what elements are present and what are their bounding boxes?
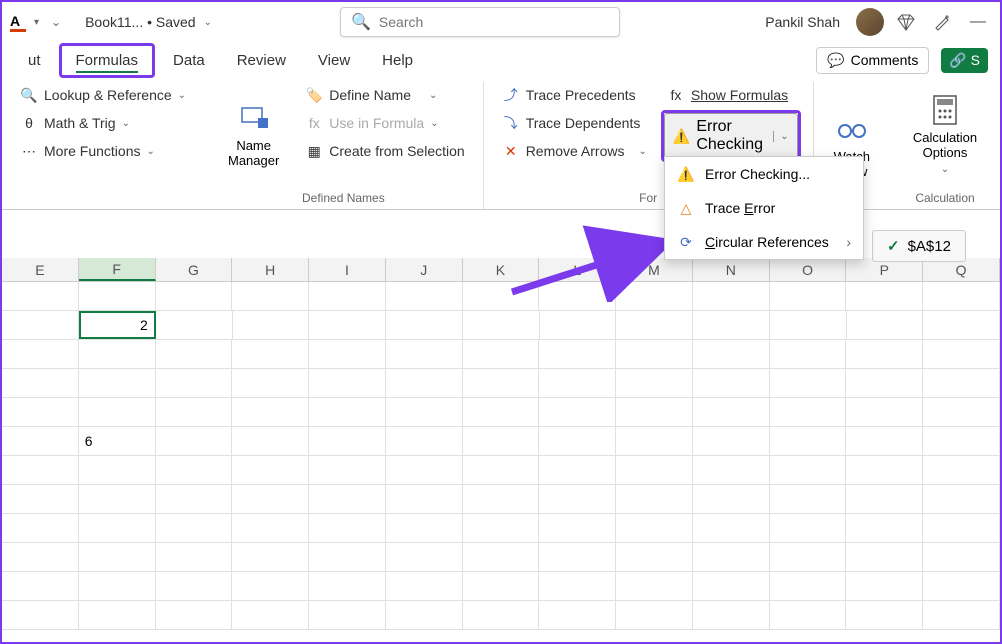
active-cell[interactable]: 2 — [79, 311, 156, 339]
search-icon: 🔍 — [351, 12, 371, 32]
user-name: Pankil Shah — [765, 14, 840, 30]
circular-icon: ⟳ — [677, 233, 695, 251]
grid-rows: 2 6 — [2, 282, 1000, 630]
calculation-options-button[interactable]: Calculation Options⌄ — [902, 82, 988, 187]
warning-icon: ⚠️ — [673, 127, 690, 145]
avatar[interactable] — [856, 8, 884, 36]
circular-ref-cell[interactable]: ✓ $A$12 — [872, 230, 966, 262]
search-box[interactable]: 🔍 — [340, 7, 620, 37]
group-label-defined-names: Defined Names — [216, 187, 471, 209]
ribbon-group-library: 🔍Lookup & Reference⌄ θMath & Trig⌄ ⋯More… — [14, 82, 204, 209]
col-header[interactable]: J — [386, 258, 463, 281]
chevron-down-icon[interactable]: ⌄ — [773, 131, 788, 142]
chevron-down-icon[interactable]: ⌄ — [51, 15, 61, 29]
search-input[interactable] — [379, 14, 609, 30]
col-header[interactable]: G — [156, 258, 233, 281]
name-manager-icon — [238, 102, 270, 134]
tab-data[interactable]: Data — [159, 46, 219, 75]
col-header[interactable]: I — [309, 258, 386, 281]
tag-icon: 🏷️ — [305, 86, 323, 104]
dd-trace-error[interactable]: △ Trace Error — [665, 191, 863, 225]
trace-dep-icon: ⤵ — [502, 114, 520, 132]
glasses-icon — [836, 113, 868, 145]
error-checking-dropdown: ⚠️ Error Checking... △ Trace Error ⟳ Cir… — [664, 156, 864, 260]
use-in-formula-button: fxUse in Formula⌄ — [299, 110, 470, 136]
ribbon-group-calculation: Calculation Options⌄ Calculation — [890, 82, 1000, 209]
tab-help[interactable]: Help — [368, 46, 427, 75]
check-icon: ✓ — [887, 237, 900, 255]
trace-precedents-button[interactable]: ⤴Trace Precedents — [496, 82, 653, 108]
ribbon-tabs: ut Formulas Data Review View Help 💬 Comm… — [2, 42, 1000, 78]
define-name-button[interactable]: 🏷️Define Name⌄ — [299, 82, 470, 108]
trace-dependents-button[interactable]: ⤵Trace Dependents — [496, 110, 653, 136]
col-header[interactable]: O — [770, 258, 847, 281]
tab-layout[interactable]: ut — [14, 46, 55, 75]
tab-view[interactable]: View — [304, 46, 364, 75]
chevron-down-icon[interactable]: ⌄ — [204, 17, 212, 28]
tab-review[interactable]: Review — [223, 46, 300, 75]
dd-circular-references[interactable]: ⟳ Circular References › — [665, 225, 863, 259]
comments-button[interactable]: 💬 Comments — [816, 47, 929, 74]
col-header[interactable]: M — [616, 258, 693, 281]
pen-sparkle-icon[interactable] — [928, 8, 956, 36]
cell[interactable]: 6 — [79, 427, 156, 455]
error-checking-button[interactable]: ⚠️ Error Checking ⌄ — [664, 113, 798, 159]
minimize-icon[interactable]: — — [964, 8, 992, 36]
share-icon: 🔗 — [949, 52, 966, 68]
title-bar: A ▾ ⌄ Book11... • Saved ⌄ 🔍 Pankil Shah … — [2, 2, 1000, 42]
warning-icon: ⚠️ — [677, 165, 695, 183]
create-from-selection-button[interactable]: ▦Create from Selection — [299, 138, 470, 164]
col-header[interactable]: K — [463, 258, 540, 281]
trace-prec-icon: ⤴ — [502, 86, 520, 104]
fx-icon: fx — [305, 114, 323, 132]
document-name[interactable]: Book11... • Saved — [85, 14, 196, 30]
tab-formulas[interactable]: Formulas — [59, 43, 156, 78]
remove-arrows-icon: ✕ — [502, 142, 520, 160]
diamond-icon[interactable] — [892, 8, 920, 36]
spreadsheet-grid[interactable]: E F G H I J K L M N O P Q 2 6 — [2, 258, 1000, 642]
chevron-right-icon: › — [846, 234, 851, 250]
dd-error-checking[interactable]: ⚠️ Error Checking... — [665, 157, 863, 191]
fx-icon: fx — [667, 86, 685, 104]
calculator-icon — [929, 94, 961, 126]
chevron-down-icon[interactable]: ▾ — [34, 17, 39, 28]
warning-triangle-icon: △ — [677, 199, 695, 217]
theta-icon: θ — [20, 114, 38, 132]
col-header[interactable]: L — [539, 258, 616, 281]
ellipsis-icon: ⋯ — [20, 142, 38, 160]
math-trig-button[interactable]: θMath & Trig⌄ — [14, 110, 192, 136]
col-header[interactable]: F — [79, 258, 156, 281]
share-button[interactable]: 🔗 S — [941, 48, 988, 73]
remove-arrows-button[interactable]: ✕Remove Arrows⌄ — [496, 138, 653, 164]
lookup-icon: 🔍 — [20, 86, 38, 104]
more-functions-button[interactable]: ⋯More Functions⌄ — [14, 138, 192, 164]
comment-icon: 💬 — [827, 52, 844, 69]
lookup-reference-button[interactable]: 🔍Lookup & Reference⌄ — [14, 82, 192, 108]
show-formulas-button[interactable]: fxShow Formulas — [661, 82, 801, 108]
error-checking-highlight: ⚠️ Error Checking ⌄ — [661, 110, 801, 162]
col-header[interactable]: H — [232, 258, 309, 281]
selection-icon: ▦ — [305, 142, 323, 160]
col-header[interactable]: E — [2, 258, 79, 281]
group-label-calculation: Calculation — [902, 187, 988, 209]
name-manager-button[interactable]: Name Manager — [216, 82, 291, 187]
font-color-indicator[interactable]: A — [10, 13, 26, 32]
column-headers: E F G H I J K L M N O P Q — [2, 258, 1000, 282]
ribbon-group-defined-names: Name Manager 🏷️Define Name⌄ fxUse in For… — [204, 82, 484, 209]
col-header[interactable]: N — [693, 258, 770, 281]
